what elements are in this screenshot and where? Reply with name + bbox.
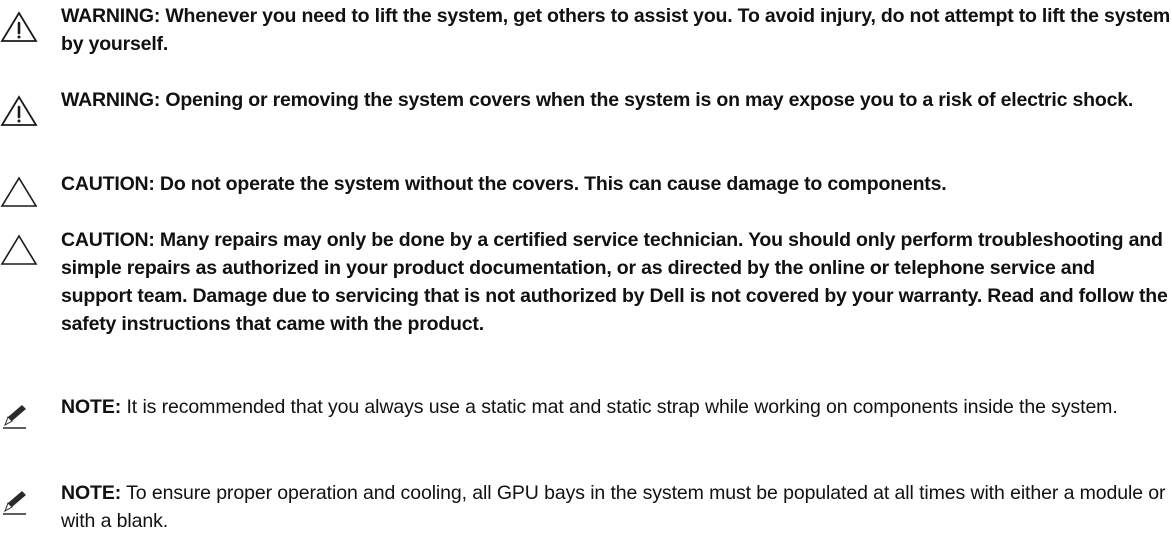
warning-text: WARNING: Whenever you need to lift the s… [61,5,1171,55]
warning-triangle-icon [0,11,40,45]
note-label: NOTE: [61,482,122,504]
pencil-note-icon [0,401,40,435]
note-text: NOTE: It is recommended that you always … [61,393,1171,421]
caution-text: CAUTION: Many repairs may only be done b… [61,229,1168,335]
note-body: It is recommended that you always use a … [121,396,1118,418]
caution-text: CAUTION: Do not operate the system witho… [61,173,947,195]
note-static-mat: NOTE: It is recommended that you always … [0,393,1172,453]
note-gpu-bays: NOTE: To ensure proper operation and coo… [0,479,1172,539]
warning-notice-shock: WARNING: Opening or removing the system … [0,86,1172,146]
warning-notice-lift: WARNING: Whenever you need to lift the s… [0,2,1172,62]
warning-triangle-icon [0,95,40,129]
warning-text: WARNING: Opening or removing the system … [61,89,1134,111]
pencil-note-icon [0,487,40,521]
caution-notice-covers: CAUTION: Do not operate the system witho… [0,170,1172,207]
caution-triangle-icon [0,176,40,210]
caution-notice-repairs: CAUTION: Many repairs may only be done b… [0,226,1172,366]
note-label: NOTE: [61,396,122,418]
caution-triangle-icon [0,234,40,268]
note-body: To ensure proper operation and cooling, … [61,482,1166,532]
note-text: NOTE: To ensure proper operation and coo… [61,479,1171,535]
